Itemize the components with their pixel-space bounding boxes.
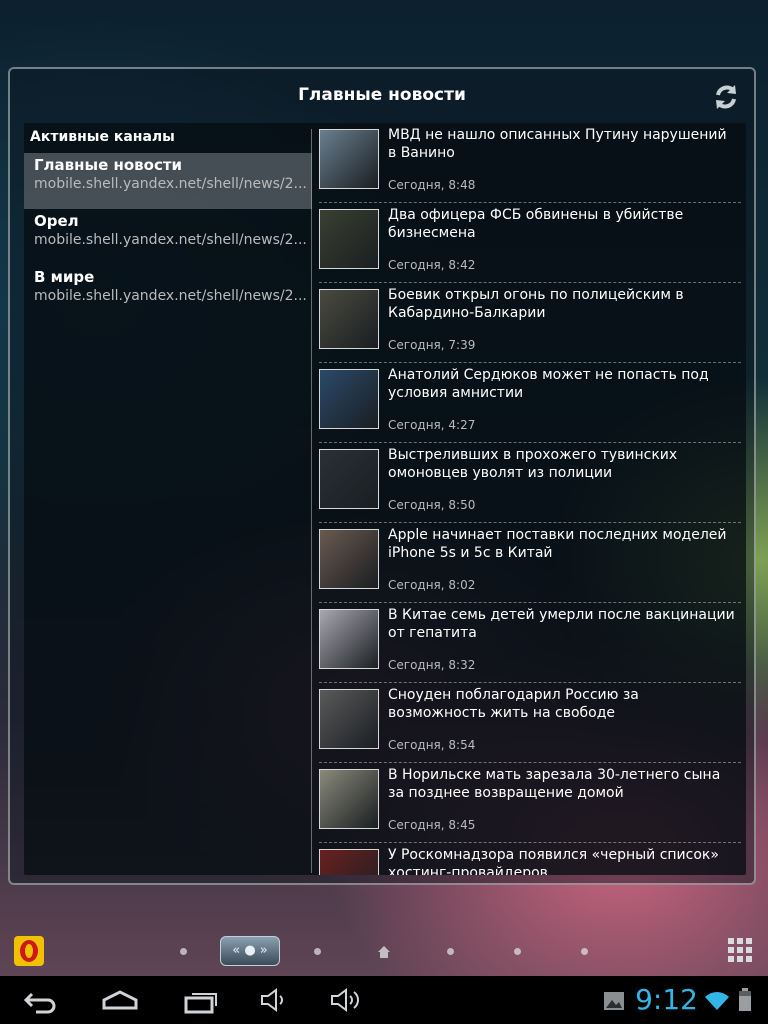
page-dot[interactable] [447, 948, 454, 955]
refresh-icon[interactable] [710, 81, 742, 113]
news-item[interactable]: В Норильске мать зарезала 30-летнего сын… [319, 763, 741, 843]
news-item[interactable]: Два офицера ФСБ обвинены в убийстве бизн… [319, 203, 741, 283]
volume-up-icon[interactable] [328, 984, 364, 1016]
news-time: Сегодня, 8:02 [388, 578, 476, 592]
news-time: Сегодня, 8:50 [388, 498, 476, 512]
news-thumbnail [319, 129, 379, 189]
news-thumbnail [319, 769, 379, 829]
page-dot[interactable] [581, 948, 588, 955]
channel-name: Орел [34, 212, 79, 230]
news-time: Сегодня, 8:42 [388, 258, 476, 272]
apps-grid-icon[interactable] [728, 938, 752, 962]
news-title: Сноуден поблагодарил Россию за возможнос… [388, 687, 639, 721]
news-item[interactable]: Анатолий Сердюков может не попасть под у… [319, 363, 741, 443]
news-widget: Главные новости Активные каналы Главные … [8, 67, 756, 885]
channel-list: Активные каналы Главные новости mobile.s… [24, 123, 312, 875]
page-dot[interactable] [514, 948, 521, 955]
back-icon[interactable] [22, 984, 58, 1016]
status-clock: 9:12 [635, 983, 698, 1016]
news-title: Два офицера ФСБ обвинены в убийстве бизн… [388, 207, 684, 241]
channel-url: mobile.shell.yandex.net/shell/news/2... [34, 288, 306, 304]
navigation-bar: 9:12 [0, 976, 768, 1024]
home-icon[interactable] [377, 944, 391, 958]
news-thumbnail [319, 289, 379, 349]
news-time: Сегодня, 8:54 [388, 738, 476, 752]
news-time: Сегодня, 8:45 [388, 818, 476, 832]
news-item[interactable]: МВД не нашло описанных Путину нарушений … [319, 123, 741, 203]
widget-panel: Активные каналы Главные новости mobile.s… [24, 123, 746, 875]
page-dot[interactable] [314, 948, 321, 955]
channel-name: Главные новости [34, 156, 183, 174]
news-title: Анатолий Сердюков может не попасть под у… [388, 367, 709, 401]
panel-divider [311, 129, 312, 873]
news-title: Apple начинает поставки последних моделе… [388, 527, 727, 561]
channels-header: Активные каналы [30, 129, 175, 145]
news-thumbnail [319, 689, 379, 749]
widget-title: Главные новости [298, 85, 466, 105]
news-title: Выстреливших в прохожего тувинских омоно… [388, 447, 678, 481]
news-time: Сегодня, 8:32 [388, 658, 476, 672]
page-indicator[interactable]: « ● » [220, 936, 280, 966]
news-item[interactable]: Сноуден поблагодарил Россию за возможнос… [319, 683, 741, 763]
news-title: У Роскомнадзора появился «черный список»… [388, 847, 719, 875]
news-list: МВД не нашло описанных Путину нарушений … [319, 123, 741, 875]
news-item[interactable]: Выстреливших в прохожего тувинских омоно… [319, 443, 741, 523]
news-item[interactable]: Боевик открыл огонь по полицейским в Каб… [319, 283, 741, 363]
home-dock: « ● » [0, 930, 768, 974]
recent-apps-icon[interactable] [182, 984, 220, 1016]
channel-item-orel[interactable]: Орел mobile.shell.yandex.net/shell/news/… [24, 209, 312, 265]
news-time: Сегодня, 4:27 [388, 418, 476, 432]
wifi-icon [704, 990, 730, 1012]
channel-url: mobile.shell.yandex.net/shell/news/2... [34, 232, 306, 248]
news-time: Сегодня, 7:39 [388, 338, 476, 352]
news-time: Сегодня, 8:48 [388, 178, 476, 192]
channel-name: В мире [34, 268, 95, 286]
battery-icon [738, 988, 752, 1012]
news-item[interactable]: В Китае семь детей умерли после вакцинац… [319, 603, 741, 683]
news-item[interactable]: Apple начинает поставки последних моделе… [319, 523, 741, 603]
news-thumbnail [319, 369, 379, 429]
home-button-icon[interactable] [100, 984, 140, 1016]
channel-url: mobile.shell.yandex.net/shell/news/2... [34, 176, 306, 192]
volume-down-icon[interactable] [258, 984, 292, 1016]
opera-icon[interactable] [14, 936, 44, 966]
news-title: МВД не нашло описанных Путину нарушений … [388, 127, 727, 161]
news-thumbnail [319, 449, 379, 509]
channel-item-world[interactable]: В мире mobile.shell.yandex.net/shell/new… [24, 265, 312, 321]
gallery-notification-icon[interactable] [603, 990, 625, 1012]
channel-item-main[interactable]: Главные новости mobile.shell.yandex.net/… [24, 153, 312, 209]
page-dot[interactable] [180, 948, 187, 955]
news-thumbnail [319, 609, 379, 669]
news-title: В Китае семь детей умерли после вакцинац… [388, 607, 735, 641]
news-thumbnail [319, 529, 379, 589]
news-title: Боевик открыл огонь по полицейским в Каб… [388, 287, 684, 321]
news-title: В Норильске мать зарезала 30-летнего сын… [388, 767, 721, 801]
news-thumbnail [319, 209, 379, 269]
news-thumbnail [319, 849, 379, 875]
news-item[interactable]: У Роскомнадзора появился «черный список»… [319, 843, 741, 875]
